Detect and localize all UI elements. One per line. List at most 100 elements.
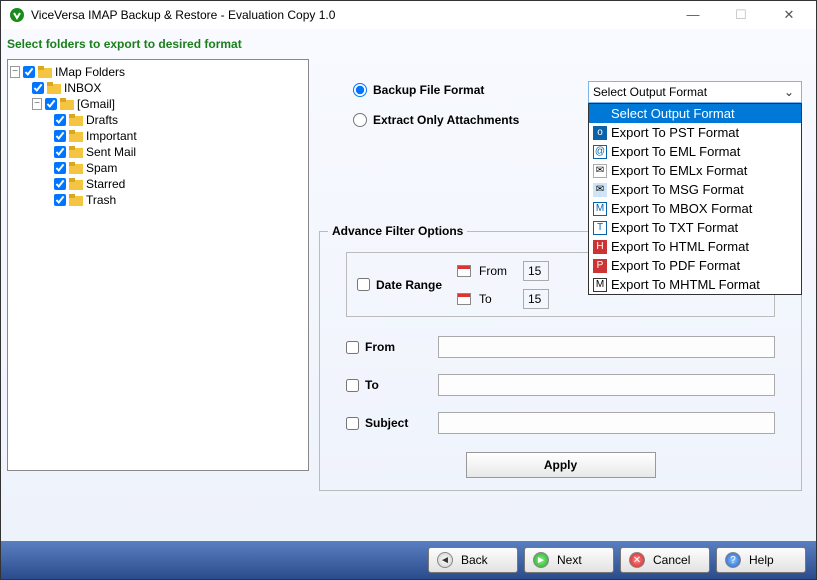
option-label: Export To TXT Format — [611, 220, 738, 235]
button-label: Cancel — [653, 553, 690, 567]
tree-label: [Gmail] — [77, 97, 115, 111]
radio-input[interactable] — [353, 83, 367, 97]
dropdown-option-eml[interactable]: @ Export To EML Format — [589, 142, 801, 161]
from-filter-input[interactable] — [438, 336, 775, 358]
to-day-input[interactable]: 15 — [523, 289, 549, 309]
tree-item[interactable]: Starred — [10, 176, 306, 192]
back-icon: ◄ — [437, 552, 453, 568]
dropdown-option-pdf[interactable]: P Export To PDF Format — [589, 256, 801, 275]
help-icon: ? — [725, 552, 741, 568]
dropdown-option-html[interactable]: H Export To HTML Format — [589, 237, 801, 256]
html-icon: H — [593, 240, 607, 254]
window-title: ViceVersa IMAP Backup & Restore - Evalua… — [31, 8, 678, 22]
radio-input[interactable] — [353, 113, 367, 127]
option-label: Export To EML Format — [611, 144, 740, 159]
tree-checkbox[interactable] — [32, 82, 44, 94]
mbox-icon: M — [593, 202, 607, 216]
folder-icon — [69, 114, 83, 126]
tree-item[interactable]: − [Gmail] — [10, 96, 306, 112]
to-checkbox[interactable] — [346, 379, 359, 392]
right-panel: Backup File Format Extract Only Attachme… — [313, 59, 810, 471]
folder-icon — [69, 194, 83, 206]
option-label: Select Output Format — [611, 106, 735, 121]
tree-checkbox[interactable] — [54, 162, 66, 174]
tree-item[interactable]: Important — [10, 128, 306, 144]
tree-label: Important — [86, 129, 137, 143]
msg-icon: ✉ — [593, 183, 607, 197]
option-label: Export To EMLx Format — [611, 163, 747, 178]
from-filter-label: From — [365, 340, 395, 354]
mhtml-icon: M — [593, 278, 607, 292]
tree-checkbox[interactable] — [54, 130, 66, 142]
blank-icon — [593, 107, 607, 121]
collapse-icon[interactable]: − — [10, 66, 20, 78]
next-icon: ► — [533, 552, 549, 568]
page-subtitle: Select folders to export to desired form… — [1, 29, 816, 57]
option-label: Export To MHTML Format — [611, 277, 760, 292]
folder-tree[interactable]: − IMap Folders INBOX − [Gmail] Drafts — [7, 59, 309, 471]
tree-label: Spam — [86, 161, 117, 175]
txt-icon: T — [593, 221, 607, 235]
tree-checkbox[interactable] — [54, 146, 66, 158]
option-label: Export To PST Format — [611, 125, 739, 140]
dropdown-option-emlx[interactable]: ✉ Export To EMLx Format — [589, 161, 801, 180]
folder-icon — [69, 146, 83, 158]
tree-checkbox[interactable] — [23, 66, 35, 78]
tree-item[interactable]: Trash — [10, 192, 306, 208]
from-checkbox[interactable] — [346, 341, 359, 354]
to-filter-row: To — [346, 370, 775, 400]
dropdown-option-mhtml[interactable]: M Export To MHTML Format — [589, 275, 801, 294]
folder-icon — [69, 130, 83, 142]
from-day-input[interactable]: 15 — [523, 261, 549, 281]
collapse-icon[interactable]: − — [32, 98, 42, 110]
tree-item[interactable]: Spam — [10, 160, 306, 176]
tree-checkbox[interactable] — [54, 178, 66, 190]
tree-item[interactable]: INBOX — [10, 80, 306, 96]
output-format-dropdown[interactable]: Select Output Format ⌄ — [588, 81, 802, 103]
minimize-button[interactable]: — — [678, 7, 708, 23]
help-button[interactable]: ? Help — [716, 547, 806, 573]
dropdown-option-msg[interactable]: ✉ Export To MSG Format — [589, 180, 801, 199]
subject-filter-input[interactable] — [438, 412, 775, 434]
tree-root[interactable]: − IMap Folders — [10, 64, 306, 80]
to-filter-label: To — [365, 378, 379, 392]
tree-checkbox[interactable] — [54, 114, 66, 126]
folder-icon — [69, 178, 83, 190]
window-controls: — ☐ ✕ — [678, 7, 808, 23]
cancel-button[interactable]: ✕ Cancel — [620, 547, 710, 573]
cancel-icon: ✕ — [629, 552, 645, 568]
pst-icon: o — [593, 126, 607, 140]
eml-icon: @ — [593, 145, 607, 159]
pdf-icon: P — [593, 259, 607, 273]
titlebar: ViceVersa IMAP Backup & Restore - Evalua… — [1, 1, 816, 29]
dropdown-option-txt[interactable]: T Export To TXT Format — [589, 218, 801, 237]
dropdown-option-mbox[interactable]: M Export To MBOX Format — [589, 199, 801, 218]
dropdown-option-placeholder[interactable]: Select Output Format — [589, 104, 801, 123]
back-button[interactable]: ◄ Back — [428, 547, 518, 573]
subject-checkbox[interactable] — [346, 417, 359, 430]
option-label: Export To PDF Format — [611, 258, 740, 273]
next-button[interactable]: ► Next — [524, 547, 614, 573]
option-label: Export To MSG Format — [611, 182, 744, 197]
date-range-checkbox[interactable] — [357, 278, 370, 291]
emlx-icon: ✉ — [593, 164, 607, 178]
date-range-label: Date Range — [376, 278, 442, 292]
to-filter-input[interactable] — [438, 374, 775, 396]
close-button[interactable]: ✕ — [774, 7, 804, 23]
folder-icon — [38, 66, 52, 78]
output-format-listbox[interactable]: Select Output Format o Export To PST For… — [588, 103, 802, 295]
tree-checkbox[interactable] — [45, 98, 57, 110]
dropdown-value: Select Output Format — [593, 85, 781, 99]
tree-label: Drafts — [86, 113, 118, 127]
calendar-icon — [457, 265, 471, 277]
tree-item[interactable]: Sent Mail — [10, 144, 306, 160]
dropdown-option-pst[interactable]: o Export To PST Format — [589, 123, 801, 142]
tree-label: Trash — [86, 193, 116, 207]
tree-checkbox[interactable] — [54, 194, 66, 206]
option-label: Export To MBOX Format — [611, 201, 752, 216]
radio-label: Extract Only Attachments — [373, 113, 519, 127]
apply-button[interactable]: Apply — [466, 452, 656, 478]
tree-item[interactable]: Drafts — [10, 112, 306, 128]
maximize-button[interactable]: ☐ — [726, 7, 756, 23]
app-icon — [9, 7, 25, 23]
